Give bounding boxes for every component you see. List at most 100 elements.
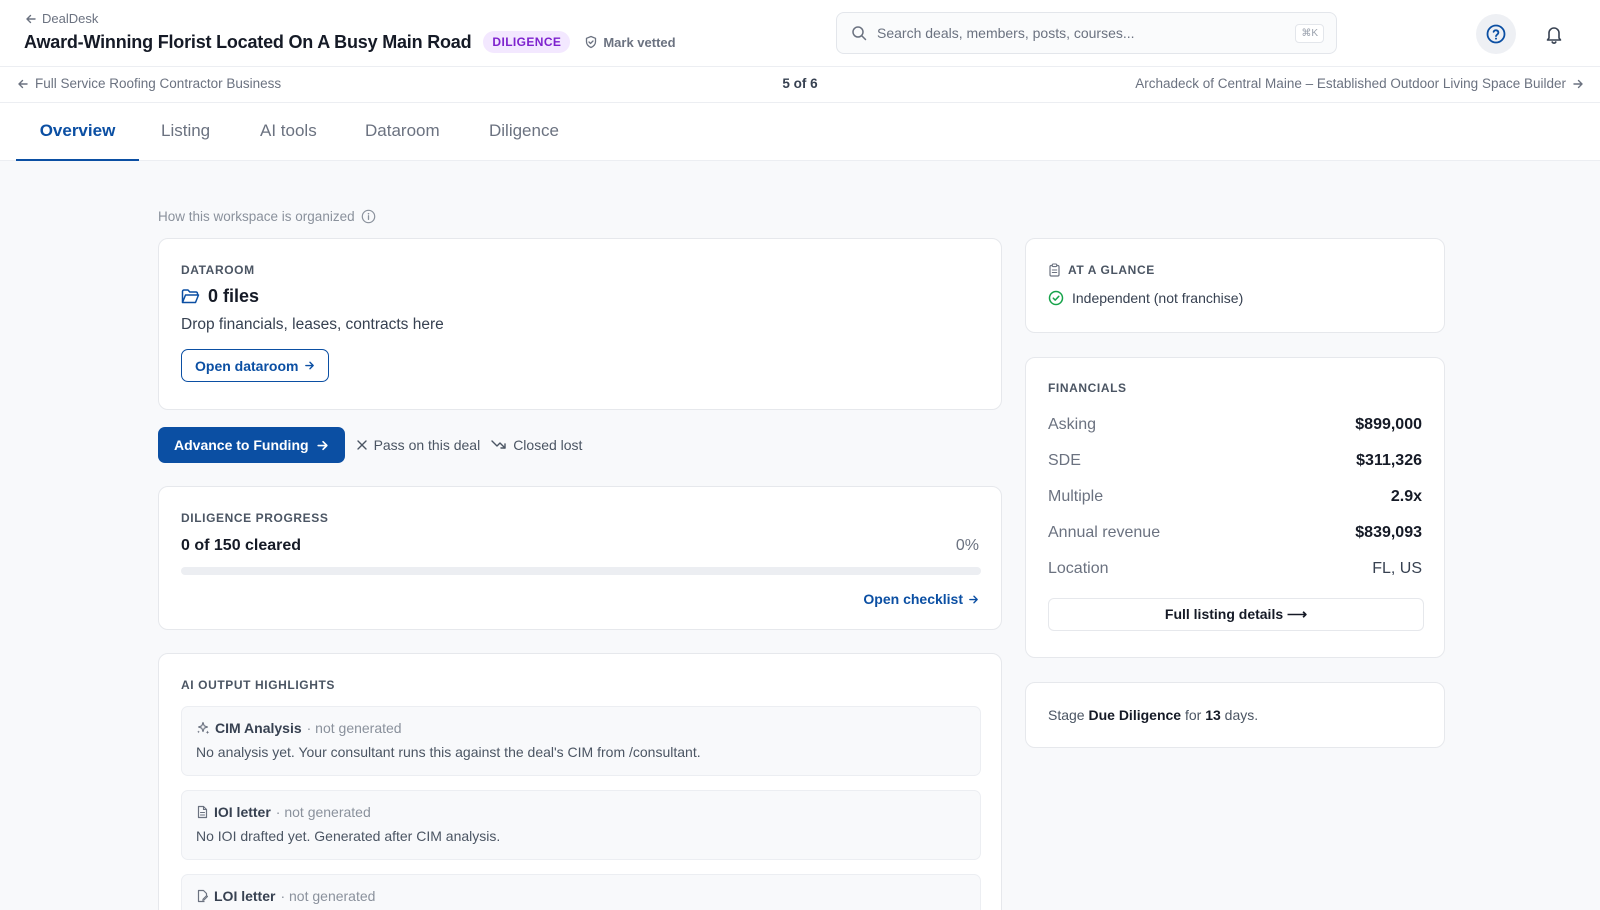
help-button[interactable] bbox=[1476, 14, 1516, 54]
page-title: Award-Winning Florist Located On A Busy … bbox=[24, 31, 472, 52]
next-deal-label: Archadeck of Central Maine – Established… bbox=[1135, 76, 1566, 91]
ai-output-title: CIM Analysis bbox=[215, 720, 302, 736]
ai-output-status: · not generated bbox=[275, 804, 371, 820]
financial-label: SDE bbox=[1048, 452, 1081, 469]
open-dataroom-label: Open dataroom bbox=[195, 357, 299, 374]
glance-item-label: Independent (not franchise) bbox=[1072, 290, 1244, 306]
ai-output-head: CIM Analysis · not generated bbox=[196, 720, 966, 736]
financial-value: $311,326 bbox=[1356, 452, 1422, 469]
dataroom-description: Drop financials, leases, contracts here bbox=[181, 316, 444, 333]
workspace-hint[interactable]: How this workspace is organized bbox=[158, 209, 376, 224]
tab-bar: Overview Listing AI tools Dataroom Dilig… bbox=[0, 103, 1600, 161]
stage-suffix: days. bbox=[1224, 707, 1259, 723]
ai-output-status: · not generated bbox=[306, 720, 402, 736]
ai-output-title: LOI letter bbox=[214, 888, 276, 904]
glance-item: Independent (not franchise) bbox=[1048, 290, 1422, 306]
next-deal-link[interactable]: Archadeck of Central Maine – Established… bbox=[1135, 76, 1584, 91]
full-listing-details-button[interactable]: Full listing details ⟶ bbox=[1048, 598, 1424, 631]
tab-listing[interactable]: Listing bbox=[161, 103, 210, 161]
ai-output-head: LOI letter · not generated bbox=[196, 888, 966, 904]
sparkles-icon bbox=[196, 721, 210, 735]
financial-label: Multiple bbox=[1048, 488, 1104, 505]
info-icon bbox=[361, 209, 376, 224]
tab-diligence[interactable]: Diligence bbox=[489, 103, 559, 161]
arrow-right-icon bbox=[1572, 78, 1584, 90]
dataroom-card: DATAROOM 0 files Drop financials, leases… bbox=[158, 238, 1002, 410]
shield-check-icon bbox=[584, 35, 598, 49]
arrow-right-icon bbox=[304, 360, 315, 371]
progress-eyebrow: DILIGENCE PROGRESS bbox=[181, 511, 329, 525]
open-checklist-label: Open checklist bbox=[863, 591, 963, 607]
tab-ai-tools[interactable]: AI tools bbox=[260, 103, 317, 161]
ai-output-status: · not generated bbox=[280, 888, 376, 904]
workspace-hint-label: How this workspace is organized bbox=[158, 209, 355, 224]
open-checklist-link[interactable]: Open checklist bbox=[863, 591, 979, 607]
trending-down-icon bbox=[491, 439, 507, 451]
closed-lost-button[interactable]: Closed lost bbox=[491, 437, 582, 453]
previous-deal-link[interactable]: Full Service Roofing Contractor Business bbox=[17, 76, 281, 91]
financial-value: 2.9x bbox=[1390, 488, 1422, 505]
glance-header: AT A GLANCE bbox=[1048, 263, 1422, 277]
financial-row-asking: Asking $899,000 bbox=[1048, 407, 1422, 443]
ai-output-item-loi-letter[interactable]: LOI letter · not generated bbox=[181, 874, 981, 910]
files-count-label: 0 files bbox=[208, 286, 260, 306]
ai-output-description: No IOI drafted yet. Generated after CIM … bbox=[196, 828, 501, 844]
global-search: ⌘K bbox=[836, 12, 1337, 54]
ai-output-description: No analysis yet. Your consultant runs th… bbox=[196, 744, 701, 760]
stage-days: 13 bbox=[1205, 707, 1221, 723]
financial-row-annual-revenue: Annual revenue $839,093 bbox=[1048, 515, 1422, 551]
help-circle-icon bbox=[1485, 23, 1507, 45]
advance-label: Advance to Funding bbox=[174, 437, 309, 453]
financial-row-location: Location FL, US bbox=[1048, 551, 1422, 587]
closed-lost-label: Closed lost bbox=[513, 437, 583, 453]
ai-output-highlights-card: AI OUTPUT HIGHLIGHTS CIM Analysis · not … bbox=[158, 653, 1002, 910]
financials-list: Asking $899,000 SDE $311,326 Multiple 2.… bbox=[1048, 407, 1422, 587]
financial-label: Annual revenue bbox=[1048, 524, 1161, 541]
search-icon bbox=[851, 25, 867, 41]
stage-prefix: Stage bbox=[1048, 707, 1085, 723]
mark-vetted-button[interactable]: Mark vetted bbox=[584, 34, 676, 50]
arrow-right-icon bbox=[316, 439, 329, 452]
back-link-label: DealDesk bbox=[42, 11, 99, 26]
deal-navigation: 5 of 6 Full Service Roofing Contractor B… bbox=[0, 67, 1600, 103]
progress-summary: 0 of 150 cleared 0% bbox=[181, 537, 979, 555]
progress-bar bbox=[181, 567, 981, 575]
previous-deal-label: Full Service Roofing Contractor Business bbox=[35, 76, 282, 91]
pass-on-deal-button[interactable]: Pass on this deal bbox=[356, 437, 481, 453]
notifications-button[interactable] bbox=[1534, 14, 1574, 54]
deal-actions: Advance to Funding Pass on this deal Clo… bbox=[158, 427, 582, 463]
dataroom-file-count: 0 files bbox=[181, 286, 979, 307]
progress-percent: 0% bbox=[955, 537, 979, 554]
search-input[interactable] bbox=[877, 25, 1296, 41]
at-a-glance-card: AT A GLANCE Independent (not franchise) bbox=[1025, 238, 1445, 333]
financials-eyebrow: FINANCIALS bbox=[1048, 381, 1127, 395]
folder-open-icon bbox=[181, 288, 200, 305]
financial-row-sde: SDE $311,326 bbox=[1048, 443, 1422, 479]
financial-label: Asking bbox=[1048, 416, 1097, 433]
tab-dataroom[interactable]: Dataroom bbox=[365, 103, 440, 161]
top-header: DealDesk Award-Winning Florist Located O… bbox=[0, 0, 1600, 67]
dataroom-eyebrow: DATAROOM bbox=[181, 263, 255, 277]
open-dataroom-button[interactable]: Open dataroom bbox=[181, 349, 330, 382]
ai-output-item-ioi-letter[interactable]: IOI letter · not generated No IOI drafte… bbox=[181, 790, 981, 860]
stage-duration-card: Stage Due Diligence for 13 days. bbox=[1025, 682, 1445, 748]
financial-value: $899,000 bbox=[1355, 416, 1422, 433]
stage-for: for bbox=[1184, 707, 1202, 723]
glance-eyebrow: AT A GLANCE bbox=[1068, 263, 1155, 277]
title-row: Award-Winning Florist Located On A Busy … bbox=[24, 31, 676, 53]
advance-to-funding-button[interactable]: Advance to Funding bbox=[158, 427, 345, 463]
arrow-left-icon bbox=[25, 13, 37, 25]
search-shortcut-hint: ⌘K bbox=[1295, 23, 1324, 43]
tab-overview[interactable]: Overview bbox=[16, 103, 139, 161]
back-to-dealdesk-link[interactable]: DealDesk bbox=[25, 11, 98, 26]
clipboard-icon bbox=[1048, 263, 1061, 277]
arrow-left-icon bbox=[17, 78, 29, 90]
ai-output-item-cim-analysis[interactable]: CIM Analysis · not generated No analysis… bbox=[181, 706, 981, 776]
financial-row-multiple: Multiple 2.9x bbox=[1048, 479, 1422, 515]
mark-vetted-label: Mark vetted bbox=[603, 34, 676, 50]
progress-cleared-count: 0 of 150 cleared bbox=[181, 537, 302, 554]
pass-label: Pass on this deal bbox=[373, 437, 481, 453]
diligence-progress-card: DILIGENCE PROGRESS 0 of 150 cleared 0% O… bbox=[158, 486, 1002, 630]
financial-value: $839,093 bbox=[1355, 524, 1422, 541]
check-circle-icon bbox=[1048, 290, 1064, 306]
